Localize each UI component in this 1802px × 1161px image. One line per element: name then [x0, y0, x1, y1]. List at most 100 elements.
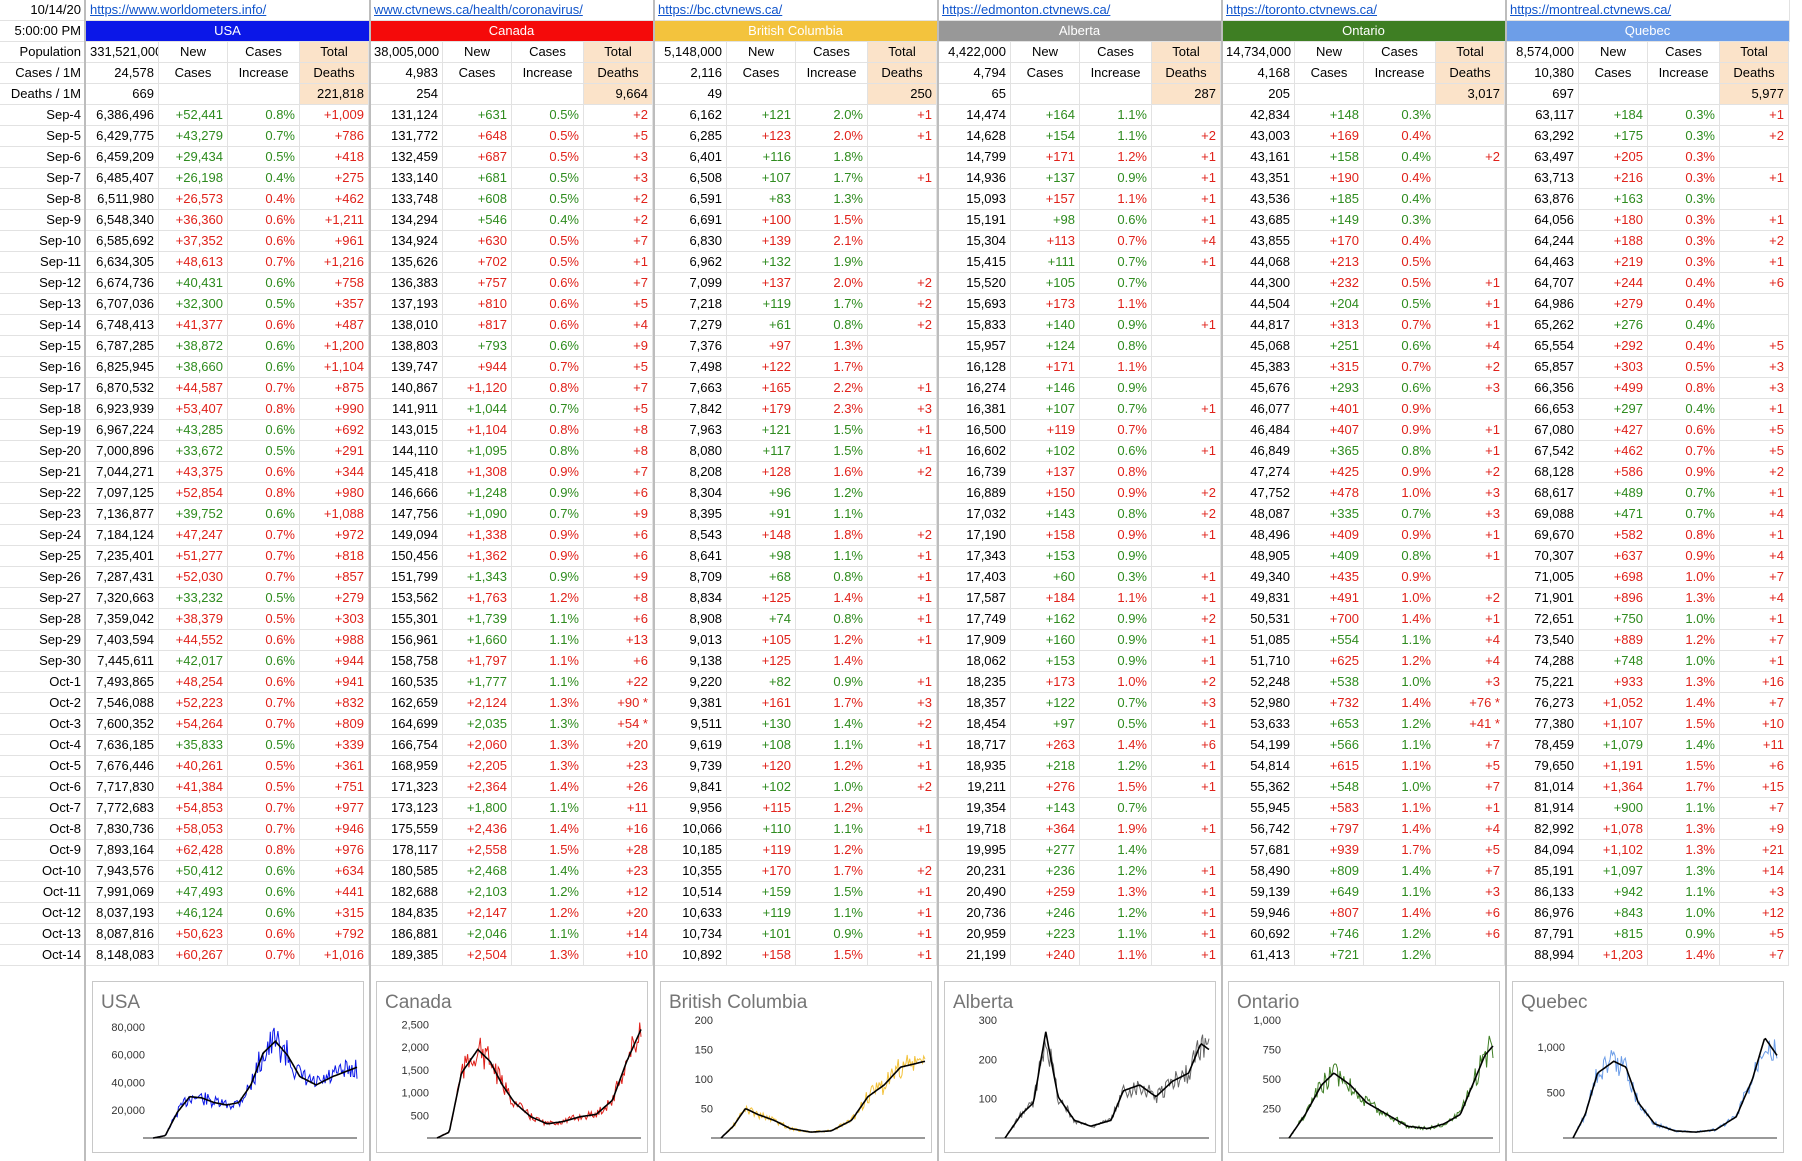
data-cell[interactable]: +843 [1579, 903, 1648, 924]
date-cell[interactable]: Sep-19 [0, 420, 86, 441]
data-cell[interactable]: +42,017 [159, 651, 228, 672]
data-cell[interactable]: 6,591 [654, 189, 727, 210]
data-cell[interactable]: 6,508 [654, 168, 727, 189]
data-cell[interactable]: 1.2% [1364, 714, 1436, 735]
data-cell[interactable]: 14,628 [938, 126, 1011, 147]
data-cell[interactable]: 7,359,042 [86, 609, 159, 630]
data-cell[interactable]: 81,914 [1506, 798, 1579, 819]
data-cell[interactable]: 1.8% [796, 147, 868, 168]
data-cell[interactable]: +313 [1295, 315, 1364, 336]
data-cell[interactable]: +1 [1152, 252, 1221, 273]
data-cell[interactable]: 1.5% [796, 210, 868, 231]
data-cell[interactable]: 6,674,736 [86, 273, 159, 294]
data-cell[interactable]: 9,956 [654, 798, 727, 819]
data-cell[interactable]: 0.7% [228, 819, 300, 840]
data-cell[interactable]: +113 [1011, 231, 1080, 252]
data-cell[interactable]: 1.0% [1648, 609, 1720, 630]
data-cell[interactable]: 133,748 [370, 189, 443, 210]
data-cell[interactable]: +8 [584, 441, 653, 462]
data-cell[interactable]: 137,193 [370, 294, 443, 315]
empty-cell[interactable] [443, 84, 512, 105]
data-cell[interactable]: 0.4% [1648, 336, 1720, 357]
date-cell[interactable]: Sep-24 [0, 525, 86, 546]
date-cell[interactable]: Sep-9 [0, 210, 86, 231]
data-cell[interactable]: 17,749 [938, 609, 1011, 630]
data-cell[interactable]: 0.8% [1080, 462, 1152, 483]
data-cell[interactable]: +2 [1720, 231, 1789, 252]
data-cell[interactable]: +119 [1011, 420, 1080, 441]
data-cell[interactable]: 1.2% [1080, 147, 1152, 168]
data-cell[interactable]: +2,364 [443, 777, 512, 798]
data-cell[interactable]: +1 [1152, 630, 1221, 651]
date-cell[interactable]: Sep-12 [0, 273, 86, 294]
data-cell[interactable]: +7 [1436, 861, 1505, 882]
data-cell[interactable]: +154 [1011, 126, 1080, 147]
data-cell[interactable]: +40,261 [159, 756, 228, 777]
data-cell[interactable]: 9,841 [654, 777, 727, 798]
data-cell[interactable]: 77,380 [1506, 714, 1579, 735]
data-cell[interactable]: 1.1% [1080, 945, 1152, 966]
data-cell[interactable]: 1.5% [796, 420, 868, 441]
data-cell[interactable]: 1.2% [1364, 651, 1436, 672]
data-cell[interactable]: +149 [1295, 210, 1364, 231]
data-cell[interactable]: +98 [1011, 210, 1080, 231]
data-cell[interactable]: +132 [727, 252, 796, 273]
data-cell[interactable]: +1,102 [1579, 840, 1648, 861]
data-cell[interactable]: 0.3% [1648, 210, 1720, 231]
data-cell[interactable]: +173 [1011, 294, 1080, 315]
data-cell[interactable]: +3 [1436, 378, 1505, 399]
data-cell[interactable]: +14 [1720, 861, 1789, 882]
data-cell[interactable]: +1,044 [443, 399, 512, 420]
data-cell[interactable]: 0.6% [512, 336, 584, 357]
data-cell[interactable]: +146 [1011, 378, 1080, 399]
data-cell[interactable]: +793 [443, 336, 512, 357]
data-cell[interactable]: 1.0% [1364, 777, 1436, 798]
data-cell[interactable]: +120 [727, 756, 796, 777]
data-cell[interactable]: +165 [727, 378, 796, 399]
data-cell[interactable]: 0.4% [1648, 294, 1720, 315]
data-cell[interactable]: 17,403 [938, 567, 1011, 588]
data-cell[interactable]: +1 [868, 903, 937, 924]
date-cell[interactable]: Sep-30 [0, 651, 86, 672]
data-cell[interactable]: +1 [1152, 945, 1221, 966]
data-cell[interactable]: 6,787,285 [86, 336, 159, 357]
data-cell[interactable]: 0.8% [228, 840, 300, 861]
data-cell[interactable]: 0.7% [1364, 315, 1436, 336]
data-cell[interactable] [868, 483, 937, 504]
data-cell[interactable]: 8,709 [654, 567, 727, 588]
data-cell[interactable]: 0.6% [228, 630, 300, 651]
data-cell[interactable]: +4 [1436, 336, 1505, 357]
data-cell[interactable]: +1,362 [443, 546, 512, 567]
data-cell[interactable]: +1,308 [443, 462, 512, 483]
data-cell[interactable]: +976 [300, 840, 369, 861]
data-cell[interactable]: +293 [1295, 378, 1364, 399]
data-cell[interactable]: +435 [1295, 567, 1364, 588]
data-cell[interactable]: +1 [1436, 315, 1505, 336]
data-cell[interactable]: 19,718 [938, 819, 1011, 840]
data-cell[interactable]: +1 [1152, 777, 1221, 798]
data-cell[interactable]: 1.1% [512, 651, 584, 672]
data-cell[interactable]: 7,663 [654, 378, 727, 399]
data-cell[interactable]: 6,825,945 [86, 357, 159, 378]
data-cell[interactable]: 0.7% [1364, 357, 1436, 378]
data-cell[interactable]: +163 [1579, 189, 1648, 210]
data-cell[interactable]: 0.7% [1648, 441, 1720, 462]
data-cell[interactable]: +1 [1720, 483, 1789, 504]
data-cell[interactable]: 0.5% [228, 777, 300, 798]
data-cell[interactable] [1152, 105, 1221, 126]
data-cell[interactable]: +98 [727, 546, 796, 567]
data-cell[interactable] [1436, 567, 1505, 588]
data-cell[interactable]: 10,734 [654, 924, 727, 945]
data-cell[interactable]: +16 [584, 819, 653, 840]
region-british-columbia-col-header[interactable]: Total [868, 42, 937, 63]
data-cell[interactable]: 138,010 [370, 315, 443, 336]
data-cell[interactable]: 10,066 [654, 819, 727, 840]
region-alberta-link[interactable]: https://edmonton.ctvnews.ca/ [938, 0, 1222, 21]
data-cell[interactable]: +441 [300, 882, 369, 903]
data-cell[interactable]: 15,304 [938, 231, 1011, 252]
data-cell[interactable]: +1 [1152, 399, 1221, 420]
data-cell[interactable]: +1 [1152, 651, 1221, 672]
data-cell[interactable]: 68,617 [1506, 483, 1579, 504]
data-cell[interactable]: +2 [1436, 147, 1505, 168]
date-cell[interactable]: Sep-26 [0, 567, 86, 588]
